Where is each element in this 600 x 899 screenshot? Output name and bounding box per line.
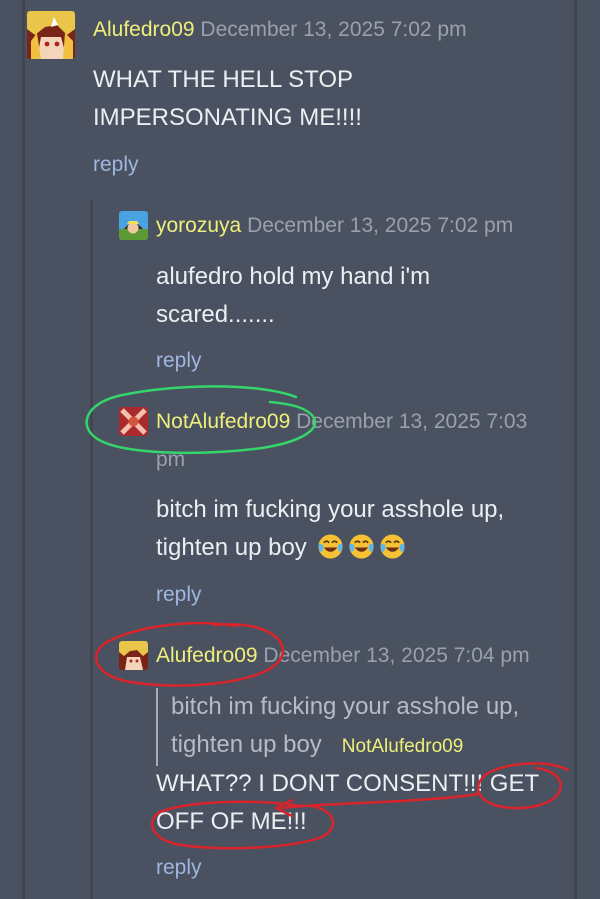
- reply-button[interactable]: reply: [93, 150, 139, 180]
- comment: yorozuya December 13, 2025 7:02 pm alufe…: [0, 200, 600, 400]
- tears-of-joy-icon: [318, 534, 344, 559]
- quoted-comment: bitch im fucking your asshole up, tighte…: [156, 688, 551, 766]
- comment-meta: Alufedro09 December 13, 2025 7:02 pm: [93, 11, 467, 49]
- username[interactable]: NotAlufedro09: [156, 410, 290, 433]
- comment-body: alufedro hold my hand i'm scared.......: [156, 263, 431, 328]
- reply-button[interactable]: reply: [156, 853, 202, 883]
- timestamp: December 13, 2025 7:04 pm: [263, 644, 530, 667]
- avatar[interactable]: [119, 211, 148, 240]
- reply-button[interactable]: reply: [156, 346, 202, 376]
- anime-avatar-icon: [119, 641, 148, 670]
- comment: Alufedro09 December 13, 2025 7:04 pm bit…: [0, 620, 600, 899]
- comment-meta: NotAlufedro09 December 13, 2025 7:03 pm: [156, 403, 556, 479]
- avatar[interactable]: [119, 641, 148, 670]
- comment: Alufedro09 December 13, 2025 7:02 pm WHA…: [0, 0, 600, 200]
- comment-thread: Alufedro09 December 13, 2025 7:02 pm WHA…: [0, 0, 600, 899]
- comment-meta: yorozuya December 13, 2025 7:02 pm: [156, 207, 513, 245]
- comment-body: WHAT?? I DONT CONSENT!!! GET OFF OF ME!!…: [156, 770, 539, 835]
- reply-button[interactable]: reply: [156, 580, 202, 610]
- username[interactable]: Alufedro09: [93, 18, 195, 41]
- avatar[interactable]: [27, 11, 75, 59]
- character-avatar-icon: [119, 211, 148, 240]
- tears-of-joy-icon: [349, 534, 375, 559]
- username[interactable]: yorozuya: [156, 214, 241, 237]
- avatar[interactable]: [119, 407, 148, 436]
- comment-meta: Alufedro09 December 13, 2025 7:04 pm: [156, 637, 530, 675]
- username[interactable]: Alufedro09: [156, 644, 258, 667]
- comment-body: bitch im fucking your asshole up, tighte…: [156, 491, 556, 567]
- quote-author[interactable]: NotAlufedro09: [342, 736, 463, 757]
- anime-avatar-icon: [27, 11, 75, 59]
- comment-body: WHAT THE HELL STOP IMPERSONATING ME!!!!: [93, 66, 362, 131]
- comment: NotAlufedro09 December 13, 2025 7:03 pm …: [0, 400, 600, 620]
- tears-of-joy-icon: [380, 534, 406, 559]
- timestamp: December 13, 2025 7:02 pm: [247, 214, 514, 237]
- timestamp: December 13, 2025 7:02 pm: [200, 18, 467, 41]
- character-avatar-icon: [119, 407, 148, 436]
